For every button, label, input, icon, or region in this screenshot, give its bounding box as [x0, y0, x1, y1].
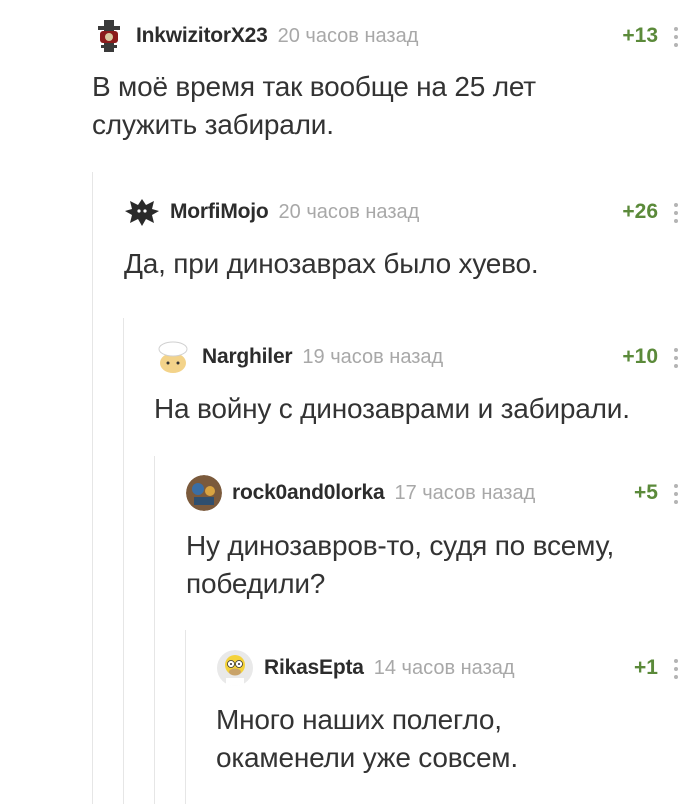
thread-line-level-2 — [123, 318, 124, 804]
comment-text: Много наших полегло, окаменели уже совсе… — [216, 704, 518, 773]
more-options-icon[interactable] — [674, 659, 678, 679]
comment-rating: +5 — [634, 481, 658, 504]
thread-line-level-1 — [92, 172, 93, 804]
inquisition-emblem-icon[interactable] — [98, 20, 120, 52]
comment-rating: +13 — [622, 24, 658, 47]
comment-header: MorfiMojo 20 часов назад — [124, 197, 419, 227]
comment-author[interactable]: Narghiler — [202, 345, 293, 369]
comment-rating: +1 — [634, 656, 658, 679]
more-options-icon[interactable] — [674, 484, 678, 504]
thread-line-level-3 — [154, 456, 155, 804]
thread-line-level-4 — [185, 630, 186, 804]
more-options-icon[interactable] — [674, 203, 678, 223]
comment-time[interactable]: 17 часов назад — [394, 482, 535, 505]
round-photo-avatar-icon[interactable] — [186, 475, 222, 511]
comment-text: Ну динозавров-то, судя по всему, победил… — [186, 530, 615, 599]
homer-avatar-icon[interactable] — [216, 650, 254, 686]
comment-header: rock0and0lorka 17 часов назад — [186, 475, 535, 511]
comment-text: На войну с динозаврами и забирали. — [154, 393, 630, 424]
comment-header: RikasEpta 14 часов назад — [216, 650, 515, 686]
cartoon-character-icon[interactable] — [154, 341, 192, 373]
comment-time[interactable]: 20 часов назад — [278, 25, 419, 48]
comment-text: Да, при динозаврах было хуево. — [124, 248, 539, 279]
comment-header: InkwizitorX23 20 часов назад — [98, 20, 419, 52]
comment-author[interactable]: MorfiMojo — [170, 200, 269, 224]
comment-text: В моё время так вообще на 25 лет служить… — [92, 71, 536, 140]
comment-time[interactable]: 20 часов назад — [279, 201, 420, 224]
wolf-emblem-icon[interactable] — [124, 197, 160, 227]
comment-header: Narghiler 19 часов назад — [154, 341, 443, 373]
comment-rating: +26 — [622, 200, 658, 223]
comment-rating: +10 — [622, 345, 658, 368]
comment-time[interactable]: 14 часов назад — [374, 657, 515, 680]
comment-time[interactable]: 19 часов назад — [302, 346, 443, 369]
comment-author[interactable]: rock0and0lorka — [232, 481, 385, 505]
more-options-icon[interactable] — [674, 348, 678, 368]
comment-author[interactable]: InkwizitorX23 — [136, 24, 268, 48]
comment-author[interactable]: RikasEpta — [264, 656, 364, 680]
more-options-icon[interactable] — [674, 27, 678, 47]
